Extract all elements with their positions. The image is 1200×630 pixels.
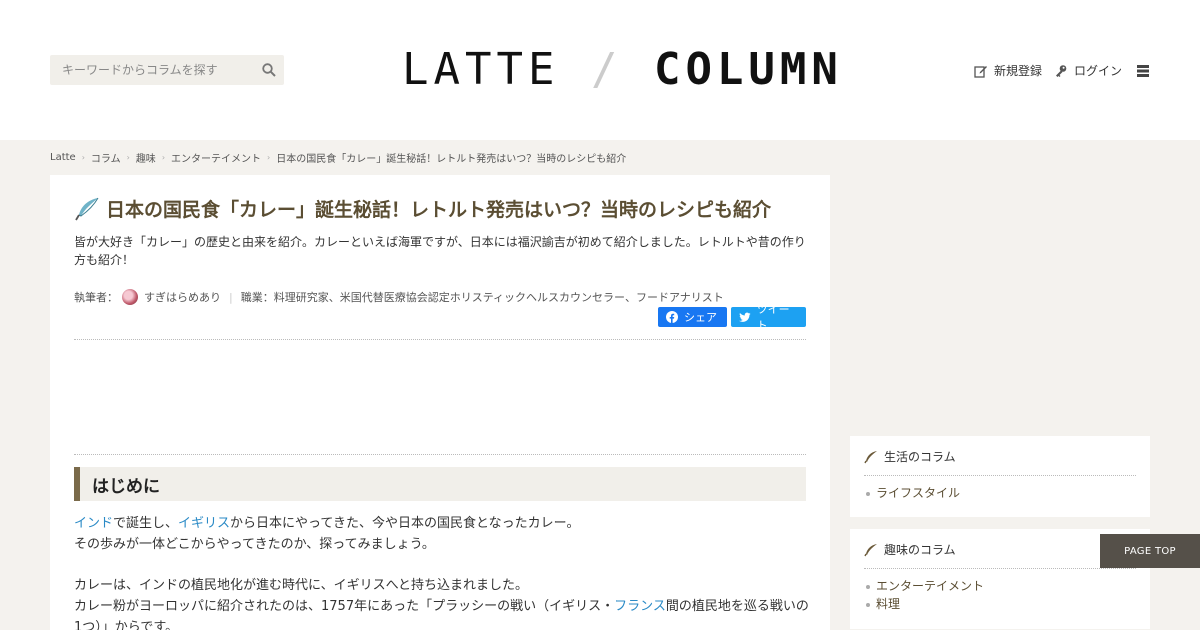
sidebar-list: ライフスタイル <box>864 476 1136 510</box>
article-card: 日本の国民食「カレー」誕生秘話！レトルト発売はいつ？当時のレシピも紹介 皆が大好… <box>50 175 830 630</box>
login-label: ログイン <box>1073 64 1122 78</box>
author-occupation: 職業：料理研究家、米国代替医療協会認定ホリスティックヘルスカウンセラー、フードア… <box>240 291 724 304</box>
breadcrumb-item-hobby[interactable]: 趣味 <box>136 150 156 165</box>
divider <box>74 454 806 455</box>
sidebar-item-lifestyle[interactable]: ライフスタイル <box>866 484 1124 502</box>
breadcrumb-item-current: 日本の国民食「カレー」誕生秘話！レトルト発売はいつ？当時のレシピも紹介 <box>276 154 627 165</box>
sidebar-heading-text: 生活のコラム <box>884 450 956 464</box>
divider: | <box>229 290 233 304</box>
site-header: LATTE / COLUMN 新規登録 ログイン <box>0 0 1200 140</box>
article-body: インドで誕生し、イギリスから日本にやってきた、今や日本の国民食となったカレー。 … <box>74 513 814 630</box>
register-label: 新規登録 <box>993 64 1042 78</box>
author-prefix: 執筆者： <box>74 291 118 304</box>
link-india[interactable]: インド <box>74 516 113 531</box>
feather-pen-icon <box>75 197 99 220</box>
breadcrumb: Latte › コラム › 趣味 › エンターテイメント › 日本の国民食「カレ… <box>50 150 626 165</box>
facebook-share-button[interactable]: シェア <box>658 307 727 327</box>
article-title: 日本の国民食「カレー」誕生秘話！レトルト発売はいつ？当時のレシピも紹介 <box>74 195 771 222</box>
text: カレーは、インドの植民地化が進む時代に、イギリスへと持ち込まれました。 <box>74 578 528 593</box>
link-france[interactable]: フランス <box>614 599 666 614</box>
search-input[interactable] <box>50 55 250 85</box>
sidebar-heading: 趣味のコラム <box>864 529 1136 569</box>
edit-icon <box>974 65 987 78</box>
logo-column: COLUMN <box>653 44 843 95</box>
search-box <box>50 55 284 85</box>
breadcrumb-item-entertainment[interactable]: エンターテイメント <box>171 150 261 165</box>
sidebar-life-column: 生活のコラム ライフスタイル <box>850 436 1150 517</box>
divider <box>74 339 806 340</box>
article-title-text: 日本の国民食「カレー」誕生秘話！レトルト発売はいつ？当時のレシピも紹介 <box>106 199 772 221</box>
sidebar-heading-text: 趣味のコラム <box>884 543 956 557</box>
article-lead: 皆が大好き「カレー」の歴史と由来を紹介。カレーといえば海軍ですが、日本には福沢諭… <box>74 235 806 267</box>
breadcrumb-item-latte[interactable]: Latte <box>50 152 76 163</box>
author-name[interactable]: すぎはらめあり <box>144 289 221 305</box>
sidebar-list: エンターテイメント 料理 <box>864 569 1136 621</box>
paragraph: インドで誕生し、イギリスから日本にやってきた、今や日本の国民食となったカレー。 … <box>74 513 814 555</box>
avatar <box>122 289 138 305</box>
login-link[interactable]: ログイン <box>1054 62 1122 79</box>
search-icon[interactable] <box>262 63 276 77</box>
link-england[interactable]: イギリス <box>178 516 230 531</box>
text: から日本にやってきた、今や日本の国民食となったカレー。 <box>230 516 580 531</box>
site-logo[interactable]: LATTE / COLUMN <box>402 44 838 96</box>
header-nav: 新規登録 ログイン <box>962 62 1150 79</box>
paragraph: カレーは、インドの植民地化が進む時代に、イギリスへと持ち込まれました。 カレー粉… <box>74 575 814 630</box>
hamburger-menu-icon[interactable] <box>1136 64 1150 78</box>
register-link[interactable]: 新規登録 <box>974 62 1042 79</box>
twitter-share-label: ツイート <box>756 303 790 332</box>
text: で誕生し、 <box>113 516 179 531</box>
chevron-right-icon: › <box>267 153 271 162</box>
page-top-button[interactable]: PAGE TOP <box>1100 534 1200 568</box>
feather-icon <box>864 450 877 463</box>
logo-latte: LATTE <box>402 44 560 95</box>
logo-slash: / <box>590 44 623 95</box>
section-heading: はじめに <box>74 467 806 501</box>
chevron-right-icon: › <box>81 153 85 162</box>
chevron-right-icon: › <box>126 153 130 162</box>
author-byline: 執筆者： すぎはらめあり | 職業：料理研究家、米国代替医療協会認定ホリスティッ… <box>74 289 724 305</box>
text: その歩みが一体どこからやってきたのか、探ってみましょう。 <box>74 537 435 552</box>
sidebar-item-cooking[interactable]: 料理 <box>866 595 1124 613</box>
feather-icon <box>864 543 877 556</box>
sidebar-heading: 生活のコラム <box>864 436 1136 476</box>
share-buttons: シェア ツイート <box>654 303 806 332</box>
text: カレー粉がヨーロッパに紹介されたのは、1757年にあった「プラッシーの戦い（イギ… <box>74 599 615 614</box>
twitter-bird-icon <box>739 312 751 322</box>
breadcrumb-item-column[interactable]: コラム <box>91 150 121 165</box>
chevron-right-icon: › <box>161 153 166 162</box>
sidebar-item-entertainment[interactable]: エンターテイメント <box>866 577 1124 595</box>
key-icon <box>1055 64 1067 77</box>
facebook-icon <box>666 311 678 323</box>
twitter-share-button[interactable]: ツイート <box>731 303 806 332</box>
facebook-share-label: シェア <box>684 311 717 324</box>
